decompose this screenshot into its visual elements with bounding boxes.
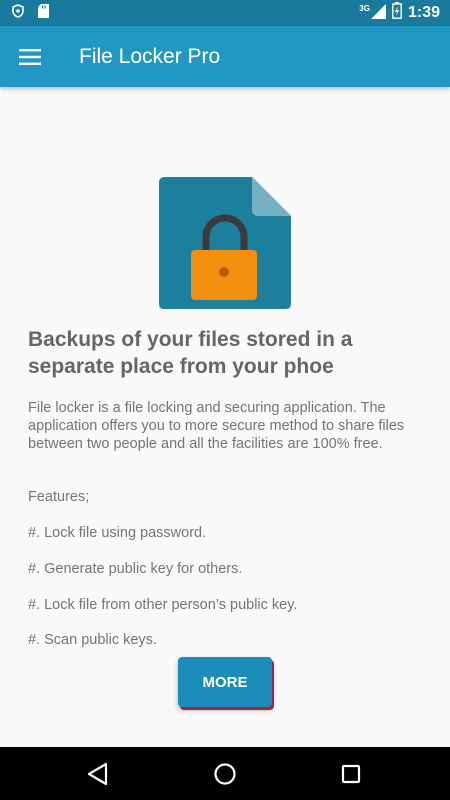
app-bar: File Locker Pro <box>0 26 450 87</box>
hamburger-menu-icon[interactable] <box>12 39 48 75</box>
more-button[interactable]: MORE <box>178 657 272 707</box>
feature-item: #. Lock file from other person’s public … <box>28 597 298 613</box>
features-heading: Features; <box>28 489 90 505</box>
app-title: File Locker Pro <box>79 45 221 68</box>
shield-icon <box>12 4 24 23</box>
feature-item: #. Lock file using password. <box>28 525 207 541</box>
headline: Backups of your files stored in a separa… <box>28 328 353 378</box>
recents-icon[interactable] <box>337 760 365 788</box>
navigation-bar <box>0 747 450 800</box>
locked-file-icon <box>159 177 291 309</box>
status-bar: 3G 1:39 <box>0 0 450 26</box>
feature-item: #. Generate public key for others. <box>28 561 243 577</box>
network-type-label: 3G <box>359 3 370 13</box>
feature-item: #. Scan public keys. <box>28 632 157 648</box>
back-icon[interactable] <box>84 760 112 788</box>
description: File locker is a file locking and securi… <box>28 400 405 452</box>
sd-card-icon <box>38 4 49 23</box>
battery-icon <box>392 2 402 24</box>
clock: 1:39 <box>407 4 440 21</box>
signal-icon <box>370 3 386 24</box>
main-content: Backups of your files stored in a separa… <box>0 87 450 747</box>
home-icon[interactable] <box>211 760 239 788</box>
